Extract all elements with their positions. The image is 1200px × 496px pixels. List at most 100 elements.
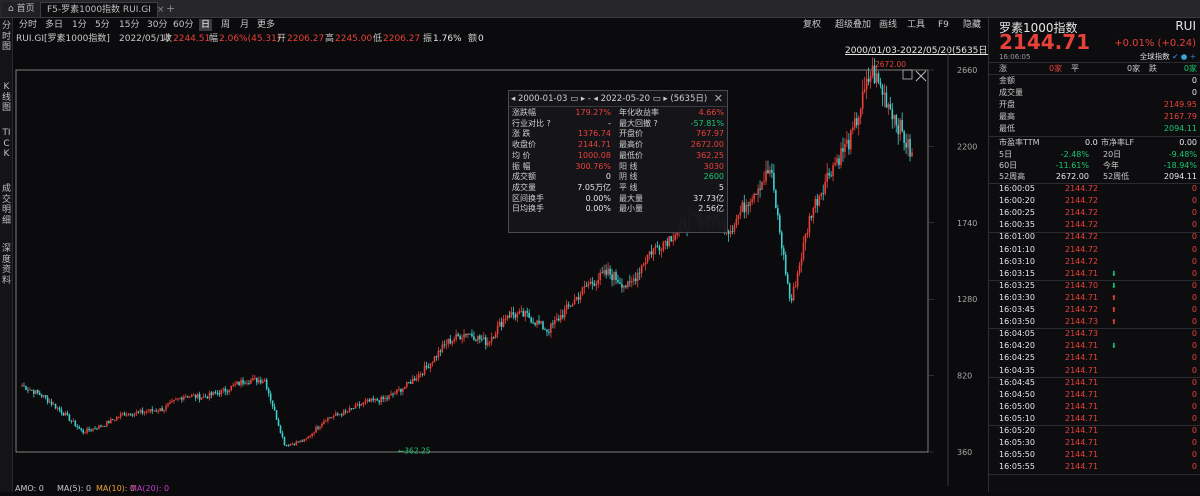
period-6[interactable]: 60分 — [171, 19, 195, 31]
tick-row[interactable]: 16:00:35 2144.72 0 — [999, 220, 1197, 231]
stat-label: 成交量 — [512, 182, 536, 192]
tick-row[interactable]: 16:00:20 2144.72 0 — [999, 196, 1197, 207]
tick-row[interactable]: 16:05:55 2144.71 0 — [999, 462, 1197, 473]
tool-0[interactable]: 复权 — [803, 19, 821, 31]
period-2[interactable]: 1分 — [70, 19, 89, 31]
tick-row[interactable]: 16:05:50 2144.71 0 — [999, 450, 1197, 461]
period-8[interactable]: 周 — [219, 19, 232, 31]
tick-time: 16:01:00 — [999, 232, 1035, 242]
caret-left-icon[interactable]: ◂ — [511, 94, 515, 104]
tick-row[interactable]: 16:04:45 2144.71 0 — [999, 378, 1197, 389]
period-1[interactable]: 多日 — [43, 19, 65, 31]
tick-row[interactable]: 16:04:50 2144.71 0 — [999, 390, 1197, 401]
tick-row[interactable]: 16:00:25 2144.72 0 — [999, 208, 1197, 219]
period-0[interactable]: 分时 — [17, 19, 39, 31]
caret-down-icon[interactable]: ▸ — [581, 94, 585, 104]
kline-chart[interactable]: 2660 2200 1740 1280 820 360 2672.00 ←362.25 — [13, 46, 987, 486]
quote-info-row: RUI.GI[罗素1000指数] 2022/05/17 收 2244.51 幅 … — [13, 32, 991, 56]
candle-body — [398, 389, 400, 390]
candle-body — [893, 115, 896, 120]
stats-to-date[interactable]: 2022-05-20 — [601, 94, 650, 104]
candle-body — [747, 204, 750, 206]
tick-row[interactable]: 16:03:50 2144.73 ⬆ 0 — [999, 317, 1197, 328]
tool-4[interactable]: F9 — [938, 19, 949, 31]
calendar-icon[interactable]: ▭ — [570, 94, 578, 104]
candle-body — [275, 410, 278, 420]
rail-item-2[interactable]: TICK — [1, 128, 12, 160]
stats-from-date[interactable]: 2000-01-03 — [518, 94, 567, 104]
tool-1[interactable]: 超级叠加 — [835, 19, 871, 31]
min-label: ←362.25 — [398, 447, 431, 456]
tick-row[interactable]: 16:05:30 2144.71 0 — [999, 438, 1197, 449]
candle-body — [814, 199, 817, 209]
close-icon[interactable]: ✕ — [714, 91, 723, 107]
period-4[interactable]: 15分 — [117, 19, 141, 31]
open-label: 开 — [277, 34, 287, 44]
candle-body — [447, 338, 450, 344]
tick-price: 2144.71 — [1065, 341, 1099, 351]
tick-row[interactable]: 16:03:25 2144.70 ⬇ 0 — [999, 281, 1197, 292]
candle-body — [265, 379, 268, 389]
tick-row[interactable]: 16:03:15 2144.71 ⬇ 0 — [999, 269, 1197, 280]
candle-body — [400, 389, 402, 392]
candle-body — [435, 356, 438, 358]
dot-icon[interactable]: ● — [1181, 52, 1188, 61]
period-9[interactable]: 月 — [238, 19, 251, 31]
tick-price: 2144.71 — [1065, 353, 1099, 363]
candle-body — [573, 299, 576, 305]
tick-time: 16:05:50 — [999, 450, 1035, 460]
candle-body — [451, 341, 454, 344]
period-7[interactable]: 日 — [199, 19, 213, 31]
tick-row[interactable]: 16:05:10 2144.71 0 — [999, 414, 1197, 425]
candle-body — [80, 428, 83, 430]
tick-time: 16:05:00 — [999, 401, 1035, 411]
tool-3[interactable]: 工具 — [907, 19, 925, 31]
period-3[interactable]: 5分 — [93, 19, 112, 31]
tick-row[interactable]: 16:04:25 2144.71 0 — [999, 353, 1197, 364]
candle-body — [171, 400, 173, 403]
rail-item-0[interactable]: 分时图 — [1, 21, 12, 53]
candle-body — [127, 413, 130, 415]
perf-row: 60日 -11.61% 今年 -18.94% — [999, 160, 1197, 171]
tick-row[interactable]: 16:03:45 2144.72 ⬆ 0 — [999, 305, 1197, 316]
tool-5[interactable]: 隐藏 — [963, 19, 981, 31]
caret-right-icon[interactable]: ▸ — [663, 94, 667, 104]
period-5[interactable]: 30分 — [145, 19, 169, 31]
candle-body — [769, 170, 771, 174]
plus-icon[interactable]: + — [1190, 52, 1196, 61]
tick-row[interactable]: 16:00:05 2144.72 0 — [999, 184, 1197, 195]
tick-row[interactable]: 16:01:10 2144.72 0 — [999, 245, 1197, 256]
candle-body — [848, 139, 850, 150]
candle-body — [816, 199, 819, 206]
add-tab-icon[interactable]: + — [160, 1, 181, 16]
tick-row[interactable]: 16:04:05 2144.73 0 — [999, 329, 1197, 340]
tick-row[interactable]: 16:01:00 2144.72 0 — [999, 232, 1197, 243]
stat-label: 涨跌幅 — [512, 108, 536, 117]
tool-2[interactable]: 画线 — [879, 19, 897, 31]
candle-body — [200, 397, 203, 400]
candle-body — [510, 312, 513, 317]
rail-item-1[interactable]: K线图 — [1, 82, 12, 114]
candle-body — [135, 411, 138, 414]
rail-item-3[interactable]: 成交明细 — [1, 184, 12, 226]
tick-row[interactable]: 16:04:20 2144.71 ⬇ 0 — [999, 341, 1197, 352]
candle-body — [557, 318, 560, 321]
tick-row[interactable]: 16:04:35 2144.71 0 — [999, 366, 1197, 377]
tick-time: 16:04:45 — [999, 377, 1035, 387]
check-icon[interactable]: ✔ — [1172, 52, 1178, 61]
tick-row[interactable]: 16:05:20 2144.71 0 — [999, 426, 1197, 437]
candle-body — [617, 279, 619, 283]
candle-body — [792, 286, 795, 301]
tab-active[interactable]: F5-罗素1000指数 RUI.GI × — [40, 2, 164, 17]
candle-body — [78, 427, 81, 429]
candle-body — [334, 413, 337, 416]
rail-item-4[interactable]: 深度资料 — [1, 244, 12, 286]
tick-row[interactable]: 16:03:30 2144.71 ⬆ 0 — [999, 293, 1197, 304]
period-10[interactable]: 更多 — [255, 19, 277, 31]
calendar-icon[interactable]: ▭ — [653, 94, 661, 104]
tick-volume: 0 — [1191, 208, 1197, 218]
caret-left-icon[interactable]: ◂ — [594, 94, 598, 104]
tab-home[interactable]: ⌂ 首页 — [2, 2, 41, 17]
tick-row[interactable]: 16:03:10 2144.72 0 — [999, 257, 1197, 268]
tick-row[interactable]: 16:05:00 2144.71 0 — [999, 402, 1197, 413]
